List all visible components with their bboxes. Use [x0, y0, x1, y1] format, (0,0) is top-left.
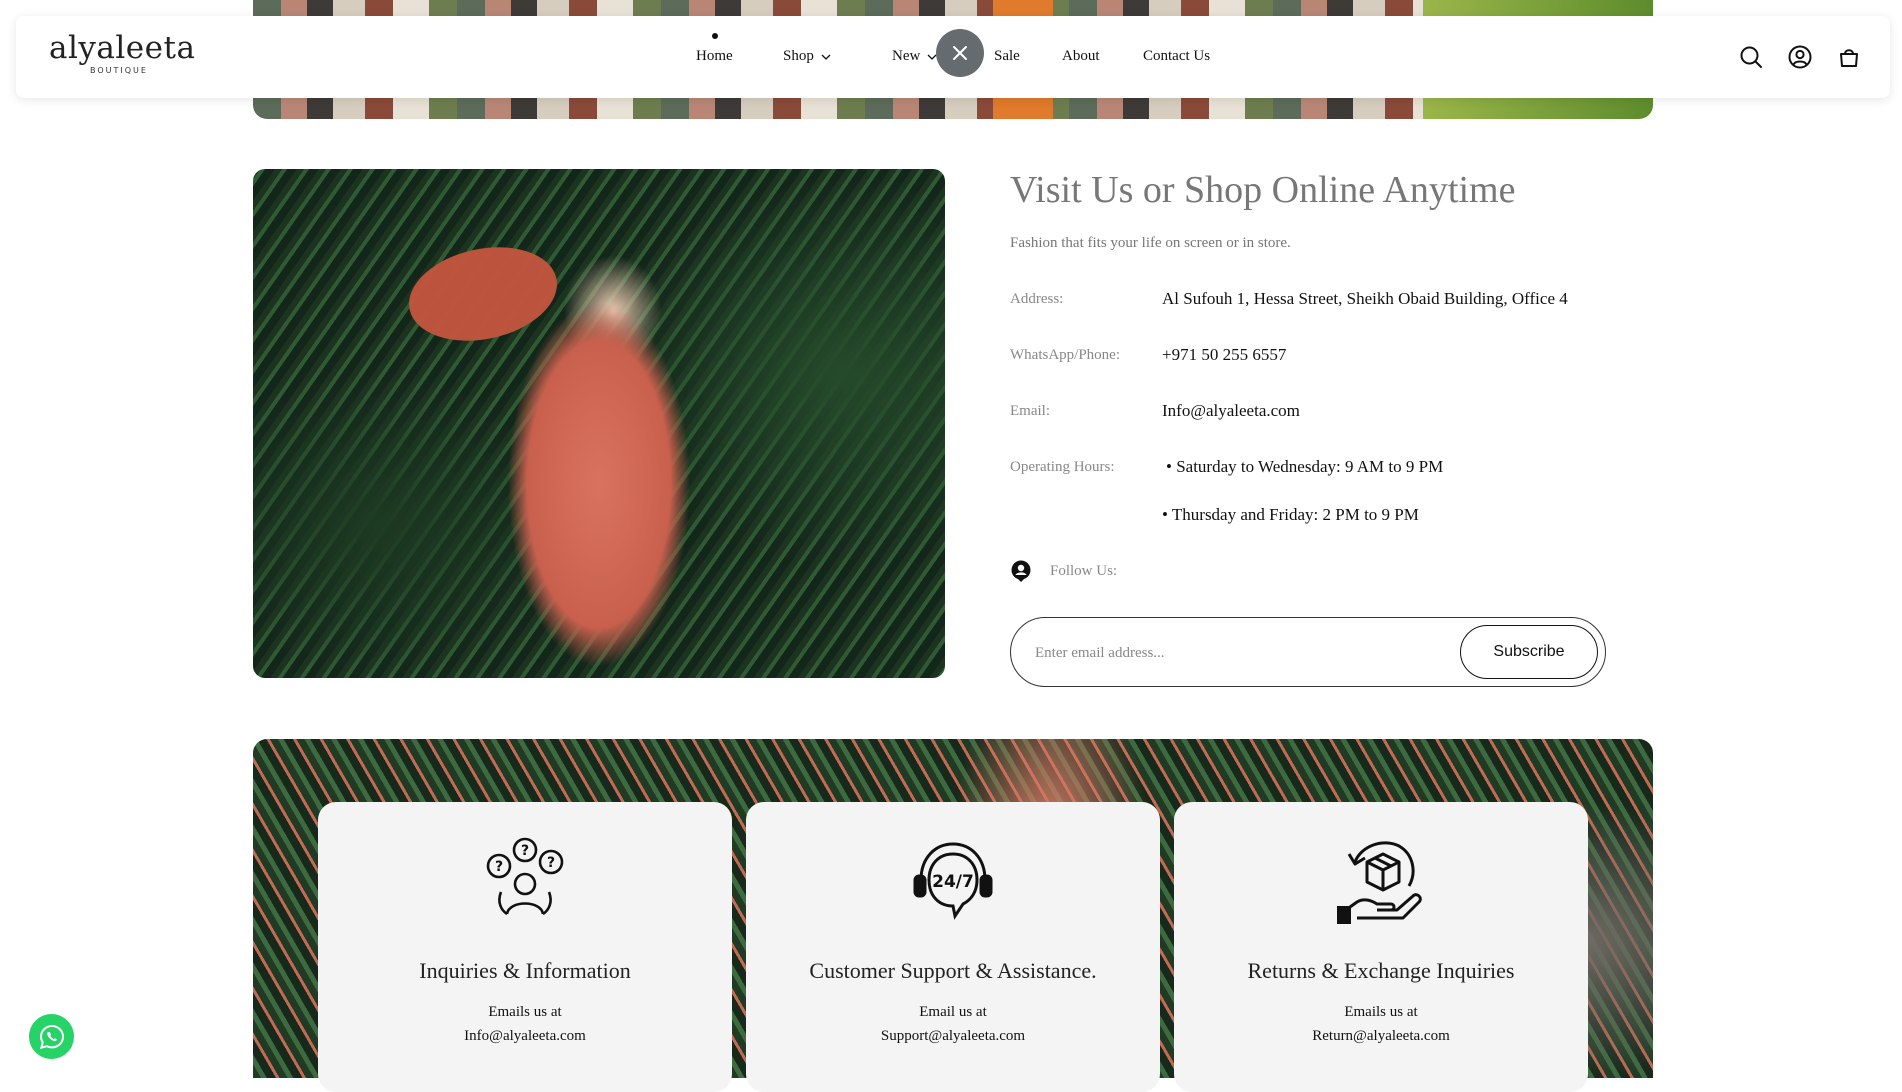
support-card-returns: Returns & Exchange Inquiries Emails us a… — [1174, 802, 1588, 1092]
whatsapp-icon — [39, 1024, 64, 1049]
nav-contact-label: Contact Us — [1143, 48, 1211, 64]
card-title: Returns & Exchange Inquiries — [1247, 958, 1515, 983]
card-email-address[interactable]: Return@alyaleeta.com — [1174, 1028, 1588, 1045]
nav-contact[interactable]: Contact Us — [1143, 48, 1210, 65]
photo-hat-shape — [400, 234, 566, 354]
logo-wordmark: alyaleeta — [49, 30, 196, 66]
cart-icon[interactable] — [1836, 44, 1862, 70]
nav-home-label: Home — [696, 48, 733, 64]
phone-label: WhatsApp/Phone: — [1010, 347, 1120, 363]
follow-user-icon — [1011, 560, 1031, 582]
email-value[interactable]: Info@alyaleeta.com — [1162, 401, 1300, 421]
support-card-customer-support: 24/7 Customer Support & Assistance. Emai… — [746, 802, 1160, 1092]
brand-logo[interactable]: alyaleeta BOUTIQUE — [49, 30, 196, 75]
nav-sale-label: Sale — [994, 48, 1020, 64]
svg-text:?: ? — [521, 843, 529, 859]
nav-about[interactable]: About — [1062, 48, 1100, 65]
address-value: Al Sufouh 1, Hessa Street, Sheikh Obaid … — [1162, 289, 1568, 308]
nav-shop[interactable]: Shop — [783, 48, 832, 65]
active-indicator — [712, 33, 718, 39]
visit-subtitle: Fashion that fits your life on screen or… — [1010, 235, 1291, 251]
follow-us-label: Follow Us: — [1050, 563, 1118, 579]
nav-shop-label: Shop — [783, 48, 814, 64]
whatsapp-button[interactable] — [29, 1014, 74, 1059]
close-button[interactable] — [936, 29, 984, 77]
card-email-address[interactable]: Support@alyaleeta.com — [746, 1028, 1160, 1045]
card-email-intro: Email us at — [919, 1004, 987, 1020]
inquiries-icon: ??? — [486, 837, 564, 916]
card-title: Inquiries & Information — [419, 958, 631, 983]
nav-sale[interactable]: Sale — [994, 48, 1020, 65]
hours-weekday: • Saturday to Wednesday: 9 AM to 9 PM — [1166, 457, 1444, 476]
account-icon[interactable] — [1787, 44, 1813, 70]
nav-home[interactable]: Home — [696, 48, 733, 65]
svg-text:24/7: 24/7 — [932, 872, 974, 892]
newsletter-form: Subscribe — [1010, 617, 1606, 687]
subscribe-button[interactable]: Subscribe — [1460, 625, 1598, 679]
hours-weekend: • Thursday and Friday: 2 PM to 9 PM — [1162, 505, 1419, 524]
chevron-down-icon — [821, 54, 831, 60]
newsletter-email-input[interactable] — [1033, 636, 1437, 670]
logo-subtitle: BOUTIQUE — [90, 66, 148, 75]
nav-new-label: New — [892, 48, 921, 64]
nav-new[interactable]: New — [892, 48, 938, 65]
search-icon[interactable] — [1738, 44, 1764, 70]
card-email-address[interactable]: Info@alyaleeta.com — [318, 1028, 732, 1045]
visit-title: Visit Us or Shop Online Anytime — [1010, 169, 1516, 211]
returns-icon — [1337, 841, 1422, 924]
card-title: Customer Support & Assistance. — [809, 958, 1097, 983]
boutique-model-photo — [253, 169, 945, 678]
support-24-7-icon: 24/7 — [913, 842, 993, 920]
close-icon — [953, 46, 967, 60]
hours-label: Operating Hours: — [1010, 459, 1115, 475]
svg-text:?: ? — [495, 859, 503, 875]
address-label: Address: — [1010, 291, 1064, 307]
phone-value[interactable]: +971 50 255 6557 — [1162, 345, 1286, 365]
card-email-intro: Emails us at — [1344, 1004, 1418, 1020]
support-card-inquiries: ??? Inquiries & Information Emails us at… — [318, 802, 732, 1092]
svg-text:?: ? — [547, 855, 555, 871]
nav-about-label: About — [1062, 48, 1100, 64]
site-header: alyaleeta BOUTIQUE Home Shop New Sale Ab… — [16, 16, 1890, 98]
card-email-intro: Emails us at — [488, 1004, 562, 1020]
email-label: Email: — [1010, 403, 1050, 419]
